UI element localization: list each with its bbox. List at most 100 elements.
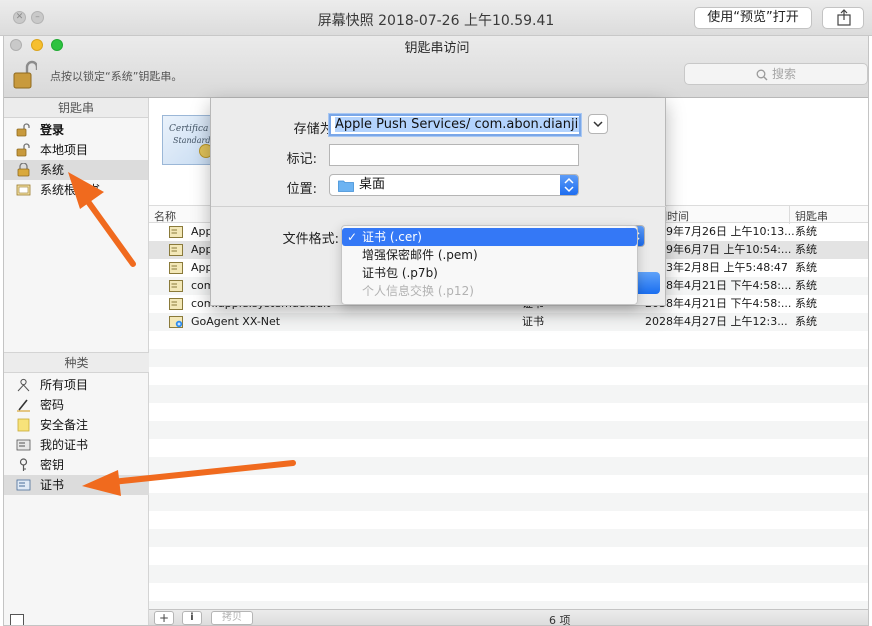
- location-label: 位置:: [286, 182, 317, 197]
- row-kind: 证书: [522, 315, 544, 328]
- row-expires: 2019年6月7日 上午10:54:...: [645, 243, 792, 256]
- menu-item-label: 证书包 (.p7b): [362, 266, 438, 280]
- sidebar-item-my-certificates[interactable]: 我的证书: [4, 435, 149, 455]
- row-keychain: 系统: [795, 261, 817, 274]
- add-button[interactable]: +: [154, 611, 174, 625]
- tags-field[interactable]: [329, 144, 579, 166]
- sidebar-item-system[interactable]: 系统: [4, 160, 148, 180]
- note-icon: [17, 418, 30, 432]
- category-header: 种类: [4, 353, 149, 373]
- certificate-icon: [169, 262, 183, 274]
- sidebar-item-keys[interactable]: 密钥: [4, 455, 149, 475]
- menu-item-p12: 个人信息交换 (.p12): [342, 282, 637, 300]
- certificate-preview-icon: Certifica Standard: [162, 115, 213, 165]
- popup-arrows-icon: [560, 175, 578, 195]
- sidebar-item-secure-notes[interactable]: 安全备注: [4, 415, 149, 435]
- format-label: 文件格式:: [282, 232, 339, 247]
- sidebar-item-passwords[interactable]: 密码: [4, 395, 149, 415]
- search-placeholder: 搜索: [771, 67, 796, 81]
- sidebar-item-label: 本地项目: [40, 143, 89, 157]
- empty-row: [149, 349, 868, 367]
- certificate-icon: [16, 479, 31, 491]
- locked-lock-icon: [17, 163, 30, 177]
- sidebar-item-label: 安全备注: [40, 418, 89, 432]
- unlocked-lock-icon: [16, 123, 30, 137]
- info-button[interactable]: i: [182, 611, 202, 625]
- row-expires: 2028年4月27日 上午12:3...: [645, 315, 788, 328]
- row-keychain: 系统: [795, 315, 817, 328]
- row-keychain: 系统: [795, 279, 817, 292]
- expand-button[interactable]: [588, 114, 608, 134]
- keychain-toolbar: 钥匙串访问 点按以锁定“系统”钥匙串。 搜索: [4, 36, 868, 98]
- sidebar-item-label: 登录: [40, 123, 65, 137]
- sidebar: 钥匙串 登录 本地项目 系统 系统根证书 种类 所有项目 密码 安全备注 我的证…: [4, 98, 149, 625]
- menu-item-label: 增强保密邮件 (.pem): [362, 248, 478, 262]
- format-menu: ✓ 证书 (.cer) 增强保密邮件 (.pem) 证书包 (.p7b) 个人信…: [341, 225, 638, 305]
- empty-row: [149, 529, 868, 547]
- menu-item-p7b[interactable]: 证书包 (.p7b): [342, 264, 637, 282]
- certificate-icon: [169, 280, 183, 292]
- row-expires: 2019年7月26日 上午10:13...: [645, 225, 795, 238]
- empty-row: [149, 439, 868, 457]
- sidebar-item-login[interactable]: 登录: [4, 120, 148, 140]
- menu-item-cer[interactable]: ✓ 证书 (.cer): [342, 228, 637, 246]
- sidebar-item-label: 密码: [40, 398, 65, 412]
- show-sidebar-button[interactable]: [10, 614, 24, 625]
- sidebar-item-certificates[interactable]: 证书: [4, 475, 149, 495]
- chevron-down-icon: [593, 121, 603, 128]
- open-with-preview-button[interactable]: 使用“预览”打开: [694, 7, 812, 29]
- key-icon: [19, 458, 28, 471]
- sheet-divider: [211, 206, 667, 207]
- certificate-icon: [169, 298, 183, 310]
- column-keychain[interactable]: 钥匙串: [795, 208, 828, 224]
- pen-icon: [17, 399, 30, 412]
- save-as-field[interactable]: Apple Push Services/ com.abon.dianjinsh: [329, 114, 581, 136]
- certificate-icon: [16, 439, 31, 451]
- location-popup[interactable]: 桌面: [329, 174, 579, 196]
- certificate-folder-icon: [16, 184, 31, 196]
- empty-row: [149, 565, 868, 583]
- save-button[interactable]: [636, 272, 660, 294]
- status-bar: + i 拷贝 6 项: [149, 609, 868, 625]
- empty-row: [149, 493, 868, 511]
- empty-row: [149, 403, 868, 421]
- checkmark-icon: ✓: [347, 230, 358, 244]
- window-title: 钥匙串访问: [404, 41, 470, 56]
- unlocked-lock-icon[interactable]: [13, 60, 37, 90]
- row-keychain: 系统: [795, 243, 817, 256]
- sidebar-item-system-roots[interactable]: 系统根证书: [4, 180, 148, 200]
- share-button[interactable]: [822, 7, 864, 29]
- row-keychain: 系统: [795, 225, 817, 238]
- search-field[interactable]: 搜索: [684, 63, 868, 85]
- sidebar-item-label: 所有项目: [40, 378, 89, 392]
- preview-titlebar: ✕ – 屏幕快照 2018-07-26 上午10.59.41 使用“预览”打开: [0, 0, 872, 36]
- empty-row: [149, 511, 868, 529]
- sidebar-item-label: 证书: [40, 478, 65, 492]
- tags-label: 标记:: [286, 152, 317, 167]
- menu-item-label: 个人信息交换 (.p12): [362, 284, 474, 298]
- sidebar-item-label: 我的证书: [40, 438, 89, 452]
- row-name: GoAgent XX-Net: [191, 315, 281, 328]
- share-icon: [837, 9, 851, 26]
- trusted-certificate-icon: [169, 316, 183, 328]
- column-name[interactable]: 名称: [154, 208, 176, 224]
- sidebar-item-local-items[interactable]: 本地项目: [4, 140, 148, 160]
- row-expires: 2038年4月21日 下午4:58:...: [645, 297, 792, 310]
- sidebar-item-all-items[interactable]: 所有项目: [4, 375, 149, 395]
- row-expires: 2023年2月8日 上午5:48:47: [645, 261, 788, 274]
- menu-item-pem[interactable]: 增强保密邮件 (.pem): [342, 246, 637, 264]
- row-expires: 2038年4月21日 下午4:58:...: [645, 279, 792, 292]
- lock-hint: 点按以锁定“系统”钥匙串。: [50, 70, 183, 83]
- table-row[interactable]: GoAgent XX-Net 证书 2028年4月27日 上午12:3... 系…: [149, 313, 868, 331]
- empty-row: [149, 583, 868, 601]
- empty-row: [149, 385, 868, 403]
- save-as-value: Apple Push Services/ com.abon.dianjinsh: [335, 117, 579, 132]
- copy-button[interactable]: 拷贝: [211, 611, 253, 625]
- unlocked-lock-icon: [16, 143, 30, 157]
- save-as-label: 存储为:: [293, 122, 337, 137]
- category-section: 种类 所有项目 密码 安全备注 我的证书 密钥 证书: [4, 352, 149, 495]
- folder-icon: [338, 180, 354, 192]
- keychains-header: 钥匙串: [4, 98, 148, 118]
- sidebar-item-label: 系统: [40, 163, 65, 177]
- screen: ✕ – 屏幕快照 2018-07-26 上午10.59.41 使用“预览”打开 …: [0, 0, 872, 626]
